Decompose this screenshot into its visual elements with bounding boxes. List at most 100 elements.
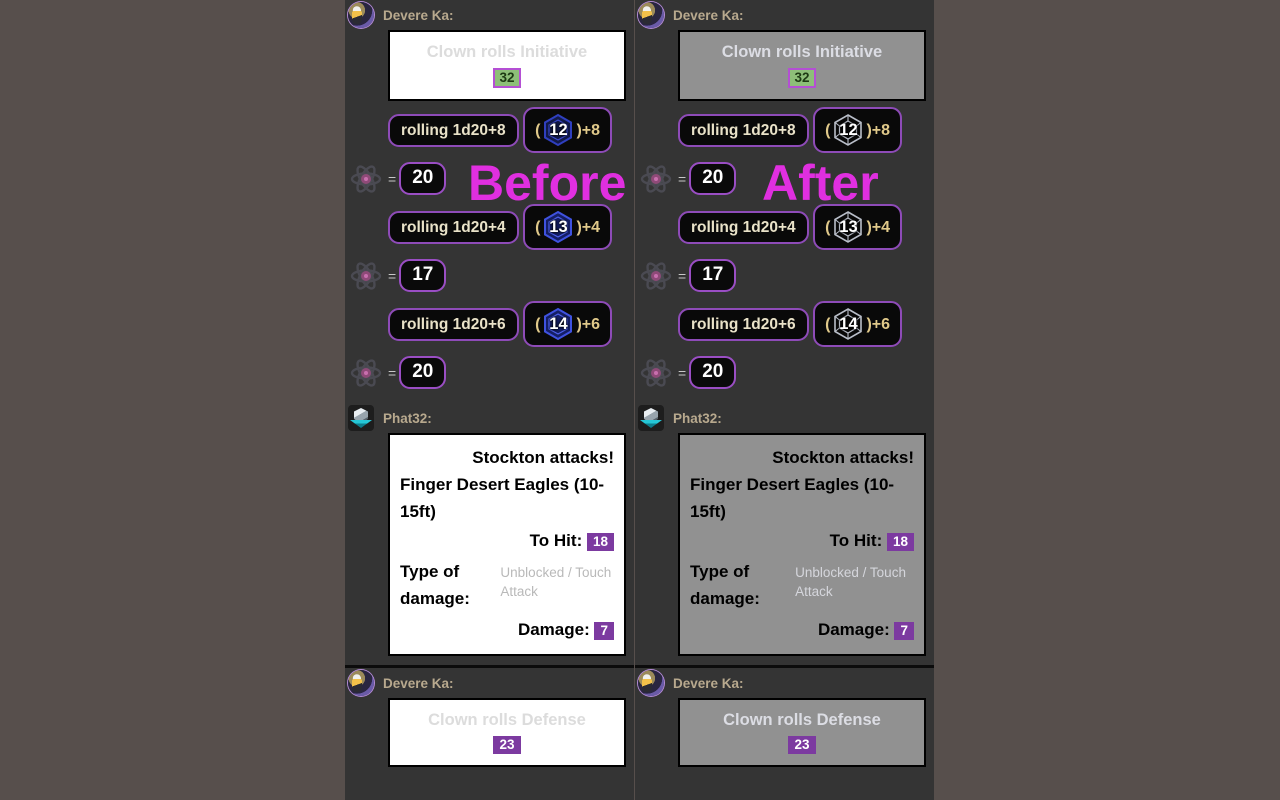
defense-card: Clown rolls Defense 23 xyxy=(678,698,926,767)
message-initiative: Devere Ka: Clown rolls Initiative 32 xyxy=(635,0,934,101)
message-header: Devere Ka: xyxy=(635,0,934,30)
comparison-stage: Before After Devere Ka: Clown rolls Init… xyxy=(0,0,1280,800)
avatar-devere-ka-icon xyxy=(348,670,374,696)
before-label: Before xyxy=(468,155,627,211)
tohit-label: To Hit: xyxy=(529,531,583,550)
roll-group: rolling 1d20+4 ( 13 ) +4 = 17 xyxy=(345,204,634,292)
avatar-devere-ka-icon xyxy=(638,670,664,696)
initiative-card: Clown rolls Initiative 32 xyxy=(678,30,926,101)
message-header: Phat32: xyxy=(345,403,634,433)
avatar-phat32-icon xyxy=(348,405,374,431)
atom-icon xyxy=(350,261,382,290)
attack-subtitle: Finger Desert Eagles (10-15ft) xyxy=(400,475,605,521)
d20-value: 13 xyxy=(549,217,568,236)
d20-die-icon: 13 xyxy=(541,210,575,244)
roll-total: 20 xyxy=(399,356,447,389)
attack-card: Stockton attacks! Finger Desert Eagles (… xyxy=(388,433,626,656)
roll-group: rolling 1d20+6 ( 14 ) +6 = 20 xyxy=(345,301,634,389)
roll-formula-chip[interactable]: rolling 1d20+6 xyxy=(678,307,809,341)
d20-value: 13 xyxy=(839,217,858,236)
roll-result-chip[interactable]: ( 14 ) +6 xyxy=(523,301,613,347)
atom-icon xyxy=(640,358,672,387)
dice-roll-list-before: rolling 1d20+8 ( 12 ) +8 = 20 rolling 1d… xyxy=(345,101,634,397)
roll-formula-chip[interactable]: rolling 1d20+8 xyxy=(388,113,519,147)
attack-title: Stockton attacks! xyxy=(472,448,614,467)
roll-total-row: = 17 xyxy=(640,259,934,292)
dice-roll-list-after: rolling 1d20+8 (12) +8 = 20 rolling 1d… xyxy=(635,101,934,397)
message-header: Devere Ka: xyxy=(345,668,634,698)
roll-result-chip[interactable]: ( 12 ) +8 xyxy=(523,107,613,153)
roll-modifier: +6 xyxy=(871,315,891,333)
roll-formula-chip[interactable]: rolling 1d20+4 xyxy=(678,210,809,244)
speaker-name: Devere Ka: xyxy=(383,7,454,23)
damage-value-badge: 7 xyxy=(594,622,614,640)
roll-formula-chip[interactable]: rolling 1d20+8 xyxy=(678,113,809,147)
d20-die-icon: 12 xyxy=(831,113,865,147)
equals-sign: = xyxy=(678,364,687,381)
defense-value-badge: 23 xyxy=(493,736,521,754)
open-paren: ( xyxy=(825,121,831,139)
d20-die-icon: 14 xyxy=(541,307,575,341)
avatar-devere-ka-icon xyxy=(348,2,374,28)
roll-total: 20 xyxy=(689,162,737,195)
equals-sign: = xyxy=(388,170,397,187)
atom-icon xyxy=(640,164,672,193)
avatar-phat32-icon xyxy=(638,405,664,431)
roll-total: 17 xyxy=(689,259,737,292)
defense-text: Clown rolls Defense xyxy=(723,711,881,729)
avatar-devere-ka-icon xyxy=(638,2,664,28)
d20-die-icon: 13 xyxy=(831,210,865,244)
initiative-value-badge: 32 xyxy=(788,68,816,88)
equals-sign: = xyxy=(388,364,397,381)
message-header: Phat32: xyxy=(635,403,934,433)
damage-type-label: Type of damage: xyxy=(400,562,470,608)
chat-panel-before: Devere Ka: Clown rolls Initiative 32 rol… xyxy=(345,0,634,800)
damage-row: Damage: 7 xyxy=(690,616,914,643)
roll-result-chip[interactable]: ( xyxy=(813,301,903,347)
roll-group: rolling 1d20+6 (14) +6 = 20 xyxy=(635,301,934,389)
attack-title: Stockton attacks! xyxy=(772,448,914,467)
equals-sign: = xyxy=(678,267,687,284)
roll-modifier: +4 xyxy=(871,218,891,236)
d20-die-icon: 12 xyxy=(541,113,575,147)
equals-sign: = xyxy=(678,170,687,187)
damage-type-row: Type of damage: Unblocked / Touch Attack xyxy=(400,558,614,612)
d20-value: 14 xyxy=(839,314,858,333)
roll-modifier: +8 xyxy=(581,121,601,139)
initiative-text: Clown rolls Initiative xyxy=(721,43,883,61)
open-paren: ( xyxy=(535,315,541,333)
defense-text: Clown rolls Defense xyxy=(428,711,586,729)
tohit-value-badge: 18 xyxy=(886,533,914,551)
tohit-row: To Hit: 18 xyxy=(400,527,614,554)
damage-label: Damage: xyxy=(817,620,890,639)
roll-result-chip[interactable]: ( xyxy=(813,107,903,153)
roll-formula-chip[interactable]: rolling 1d20+4 xyxy=(388,210,519,244)
tohit-row: To Hit: 18 xyxy=(690,527,914,554)
message-initiative: Devere Ka: Clown rolls Initiative 32 xyxy=(345,0,634,101)
roll-modifier: +8 xyxy=(871,121,891,139)
attack-subtitle: Finger Desert Eagles (10-15ft) xyxy=(690,475,895,521)
defense-card: Clown rolls Defense 23 xyxy=(388,698,626,767)
message-header: Devere Ka: xyxy=(345,0,634,30)
damage-type-value: Unblocked / Touch Attack xyxy=(500,565,612,599)
roll-modifier: +6 xyxy=(581,315,601,333)
open-paren: ( xyxy=(535,121,541,139)
roll-group: rolling 1d20+4 (13) +4 = 17 xyxy=(635,204,934,292)
roll-formula-chip[interactable]: rolling 1d20+6 xyxy=(388,307,519,341)
atom-icon xyxy=(350,358,382,387)
equals-sign: = xyxy=(388,267,397,284)
speaker-name: Phat32: xyxy=(383,410,432,426)
open-paren: ( xyxy=(825,315,831,333)
d20-value: 12 xyxy=(839,120,858,139)
initiative-text: Clown rolls Initiative xyxy=(426,43,588,61)
atom-icon xyxy=(350,164,382,193)
damage-type-value: Unblocked / Touch Attack xyxy=(795,565,906,599)
roll-total: 20 xyxy=(399,162,447,195)
atom-icon xyxy=(640,261,672,290)
speaker-name: Phat32: xyxy=(673,410,722,426)
initiative-value-badge: 32 xyxy=(493,68,521,88)
tohit-value-badge: 18 xyxy=(586,533,614,551)
roll-total: 20 xyxy=(689,356,737,389)
message-attack: Phat32: Stockton attacks! Finger Desert … xyxy=(345,403,634,656)
attack-card: Stockton attacks! Finger Desert Eagles (… xyxy=(678,433,926,656)
